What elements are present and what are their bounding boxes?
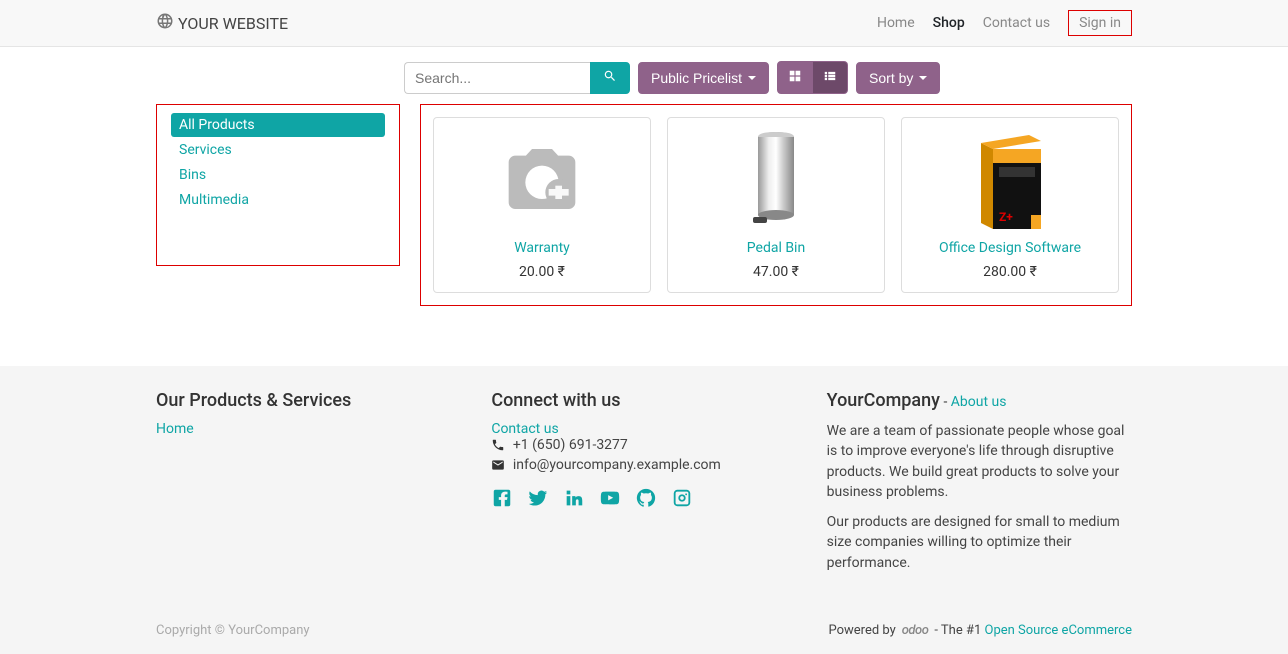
nav-contact[interactable]: Contact us xyxy=(983,15,1050,31)
header: YOUR WEBSITE Home Shop Contact us Sign i… xyxy=(0,0,1288,47)
signin-highlight-box: Sign in xyxy=(1068,10,1132,36)
footer-phone: +1 (650) 691-3277 xyxy=(491,437,796,453)
product-title[interactable]: Office Design Software xyxy=(910,240,1110,256)
nav-home[interactable]: Home xyxy=(877,15,915,31)
sidebar-highlight-box: All Products Services Bins Multimedia xyxy=(156,104,400,266)
footer-title-connect: Connect with us xyxy=(491,390,796,411)
github-icon[interactable] xyxy=(635,487,657,513)
facebook-icon[interactable] xyxy=(491,487,513,513)
category-bins[interactable]: Bins xyxy=(171,163,385,187)
toolbar: Public Pricelist Sort by xyxy=(404,61,1132,94)
footer-col-products: Our Products & Services Home xyxy=(156,390,461,583)
footer-link-about[interactable]: About us xyxy=(951,394,1007,410)
sortby-dropdown[interactable]: Sort by xyxy=(856,62,940,94)
social-row xyxy=(491,487,796,513)
category-multimedia[interactable]: Multimedia xyxy=(171,188,385,212)
product-title[interactable]: Warranty xyxy=(442,240,642,256)
globe-icon xyxy=(156,12,174,34)
caret-down-icon xyxy=(919,76,927,80)
footer: Our Products & Services Home Connect wit… xyxy=(0,366,1288,654)
footer-link-contact[interactable]: Contact us xyxy=(491,421,558,437)
list-view-button[interactable] xyxy=(813,61,848,94)
category-list: All Products Services Bins Multimedia xyxy=(171,113,385,212)
search-icon xyxy=(603,69,617,86)
sortby-label: Sort by xyxy=(869,70,913,86)
product-card[interactable]: Warranty 20.00 ₹ xyxy=(433,117,651,293)
footer-link-oss[interactable]: Open Source eCommerce xyxy=(985,623,1133,638)
product-title[interactable]: Pedal Bin xyxy=(676,240,876,256)
grid-icon xyxy=(788,69,802,86)
odoo-logo[interactable]: odoo xyxy=(902,623,929,638)
envelope-icon xyxy=(491,457,505,473)
nav-shop[interactable]: Shop xyxy=(933,15,965,31)
main-nav: Home Shop Contact us Sign in xyxy=(877,10,1132,36)
sidebar: All Products Services Bins Multimedia xyxy=(156,104,400,306)
footer-bottom: Copyright © YourCompany Powered by odoo … xyxy=(156,623,1132,638)
brand[interactable]: YOUR WEBSITE xyxy=(156,12,288,34)
brand-text: YOUR WEBSITE xyxy=(178,14,288,33)
product-grid: Warranty 20.00 ₹ Pedal xyxy=(433,117,1119,293)
footer-col-about: YourCompany - About us We are a team of … xyxy=(827,390,1132,583)
footer-title-products: Our Products & Services xyxy=(156,390,461,411)
product-card[interactable]: Z+ Office Design Software 280.00 ₹ xyxy=(901,117,1119,293)
pricelist-label: Public Pricelist xyxy=(651,70,742,86)
footer-col-connect: Connect with us Contact us +1 (650) 691-… xyxy=(491,390,796,583)
product-card[interactable]: Pedal Bin 47.00 ₹ xyxy=(667,117,885,293)
grid-view-button[interactable] xyxy=(777,61,813,94)
twitter-icon[interactable] xyxy=(527,487,549,513)
about-para-2: Our products are designed for small to m… xyxy=(827,512,1132,573)
product-image: Z+ xyxy=(910,126,1110,232)
view-toggle xyxy=(777,61,848,94)
category-services[interactable]: Services xyxy=(171,138,385,162)
linkedin-icon[interactable] xyxy=(563,487,585,513)
copyright: Copyright © YourCompany xyxy=(156,623,310,638)
search-button[interactable] xyxy=(590,62,630,94)
category-all-products[interactable]: All Products xyxy=(171,113,385,137)
about-para-1: We are a team of passionate people whose… xyxy=(827,421,1132,502)
svg-text:Z+: Z+ xyxy=(999,210,1013,224)
product-price: 47.00 ₹ xyxy=(676,264,876,280)
footer-email: info@yourcompany.example.com xyxy=(491,457,796,473)
nav-signin[interactable]: Sign in xyxy=(1079,15,1121,31)
products-highlight-box: Warranty 20.00 ₹ Pedal xyxy=(420,104,1132,306)
footer-link-home[interactable]: Home xyxy=(156,421,194,437)
list-icon xyxy=(823,69,837,86)
product-image xyxy=(676,126,876,232)
search-wrap xyxy=(404,62,630,94)
instagram-icon[interactable] xyxy=(671,487,693,513)
pricelist-dropdown[interactable]: Public Pricelist xyxy=(638,62,769,94)
search-input[interactable] xyxy=(404,62,590,94)
youtube-icon[interactable] xyxy=(599,487,621,513)
footer-title-about: YourCompany - About us xyxy=(827,390,1132,411)
caret-down-icon xyxy=(748,76,756,80)
product-price: 20.00 ₹ xyxy=(442,264,642,280)
product-image-placeholder xyxy=(442,126,642,232)
phone-icon xyxy=(491,437,505,453)
powered-by: Powered by odoo - The #1 Open Source eCo… xyxy=(828,623,1132,638)
product-price: 280.00 ₹ xyxy=(910,264,1110,280)
